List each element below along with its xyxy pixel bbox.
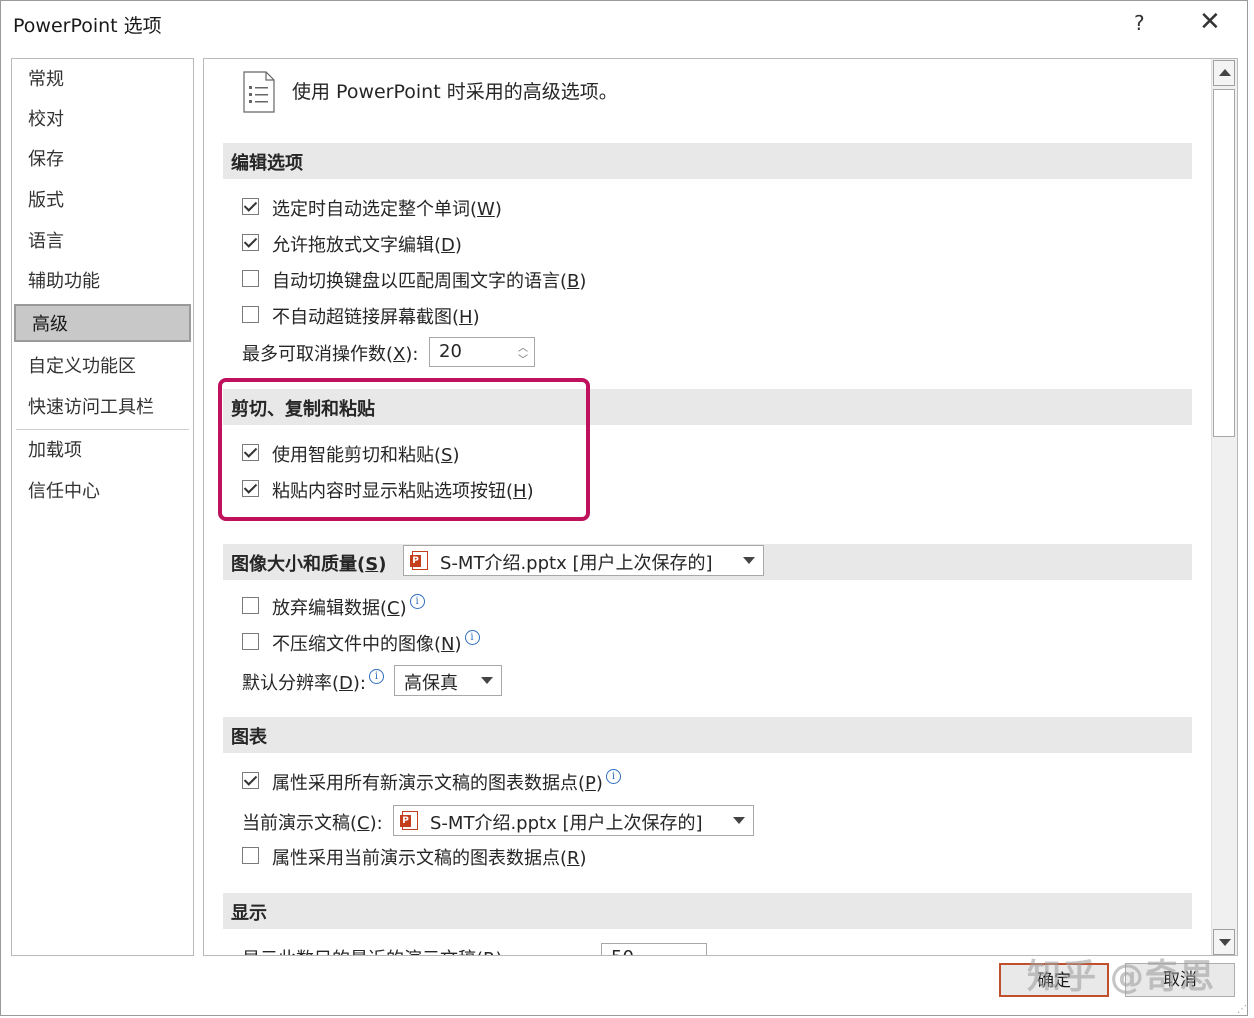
section-chart: 图表 bbox=[223, 717, 1192, 753]
info-icon[interactable]: i bbox=[369, 669, 384, 684]
scroll-thumb[interactable] bbox=[1213, 89, 1235, 437]
nav-item-quick-access-toolbar[interactable]: 快速访问工具栏 bbox=[12, 389, 193, 427]
watermark: 知乎 @奇思 bbox=[1027, 957, 1215, 997]
dialog-title: PowerPoint 选项 bbox=[13, 15, 162, 37]
vertical-scrollbar[interactable] bbox=[1211, 59, 1237, 955]
section-edit-options: 编辑选项 bbox=[223, 143, 1192, 179]
info-icon[interactable]: i bbox=[605, 769, 621, 784]
nav-item-trust-center[interactable]: 信任中心 bbox=[12, 473, 193, 511]
undo-count-value: 20 bbox=[439, 341, 462, 362]
panel-header: 使用 PowerPoint 时采用的高级选项。 bbox=[292, 81, 618, 103]
undo-count-spinner[interactable]: 20 ︿ ﹀ bbox=[429, 337, 535, 367]
section-title: 编辑选项 bbox=[231, 153, 303, 174]
scroll-down-icon bbox=[1219, 939, 1231, 946]
recent-presentations-spinner[interactable]: 50 bbox=[601, 943, 707, 955]
nav-item-addins[interactable]: 加载项 bbox=[12, 432, 193, 470]
section-display: 显示 bbox=[223, 893, 1192, 929]
checkbox[interactable] bbox=[242, 847, 259, 864]
scroll-down-button[interactable] bbox=[1213, 929, 1235, 955]
options-document-icon bbox=[243, 71, 275, 113]
checkbox[interactable] bbox=[242, 270, 259, 287]
options-dialog: PowerPoint 选项 ? ✕ 常规 校对 保存 版式 语言 辅助功能 高级… bbox=[0, 0, 1248, 1016]
nav-item-advanced[interactable]: 高级 bbox=[14, 304, 191, 342]
nav-item-save[interactable]: 保存 bbox=[12, 141, 193, 179]
resize-grip-icon[interactable]: ⋰ bbox=[1237, 1004, 1247, 1015]
checkbox[interactable] bbox=[242, 306, 259, 323]
checkbox[interactable] bbox=[242, 234, 259, 251]
section-title: 图表 bbox=[231, 727, 267, 748]
dropdown-arrow-icon bbox=[733, 817, 745, 824]
category-nav: 常规 校对 保存 版式 语言 辅助功能 高级 自定义功能区 快速访问工具栏 加载… bbox=[11, 58, 194, 956]
close-icon[interactable]: ✕ bbox=[1199, 7, 1221, 37]
nav-item-general[interactable]: 常规 bbox=[12, 61, 193, 99]
current-presentation-dropdown[interactable]: S-MT介绍.pptx [用户上次保存的] bbox=[393, 805, 754, 836]
help-button[interactable]: ? bbox=[1134, 11, 1145, 35]
spin-down-icon[interactable]: ﹀ bbox=[518, 351, 528, 366]
image-file-dropdown[interactable]: S-MT介绍.pptx [用户上次保存的] bbox=[403, 545, 764, 576]
paste-section-highlight bbox=[218, 378, 590, 521]
powerpoint-file-icon bbox=[400, 811, 418, 830]
nav-item-language[interactable]: 语言 bbox=[12, 223, 193, 261]
info-icon[interactable]: i bbox=[464, 630, 480, 645]
dropdown-arrow-icon bbox=[743, 557, 755, 564]
dropdown-arrow-icon bbox=[481, 677, 493, 684]
nav-item-layout[interactable]: 版式 bbox=[12, 182, 193, 220]
nav-divider bbox=[16, 429, 189, 430]
nav-item-accessibility[interactable]: 辅助功能 bbox=[12, 263, 193, 301]
checkbox[interactable] bbox=[242, 198, 259, 215]
scroll-up-button[interactable] bbox=[1213, 60, 1235, 86]
checkbox[interactable] bbox=[242, 597, 259, 614]
info-icon[interactable]: i bbox=[409, 594, 425, 609]
nav-item-customize-ribbon[interactable]: 自定义功能区 bbox=[12, 348, 193, 386]
powerpoint-file-icon bbox=[410, 551, 428, 570]
section-title: 显示 bbox=[231, 903, 267, 924]
scroll-up-icon bbox=[1219, 69, 1231, 76]
section-title: 图像大小和质量(S) bbox=[231, 554, 387, 575]
checkbox[interactable] bbox=[242, 772, 259, 789]
checkbox[interactable] bbox=[242, 633, 259, 650]
nav-item-proofing[interactable]: 校对 bbox=[12, 101, 193, 139]
default-resolution-dropdown[interactable]: 高保真 bbox=[394, 665, 502, 696]
